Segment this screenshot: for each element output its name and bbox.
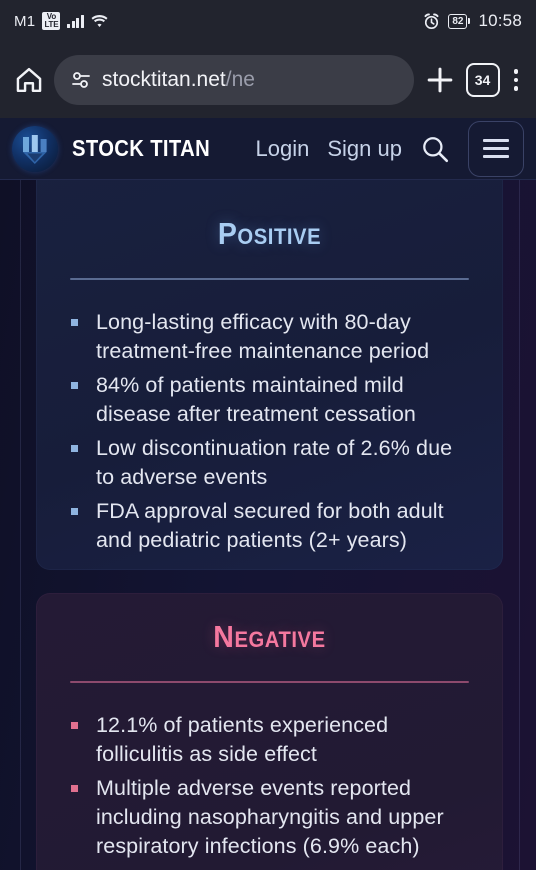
three-dot-menu-icon[interactable]: [510, 65, 523, 95]
hamburger-menu-icon[interactable]: [468, 120, 524, 177]
tab-counter-button[interactable]: 34: [465, 63, 500, 97]
list-item: Long-lasting efficacy with 80-day treatm…: [70, 308, 469, 366]
tune-settings-icon[interactable]: [70, 69, 92, 91]
negative-divider: [70, 681, 469, 683]
brand-name[interactable]: STOCK TITAN: [72, 135, 210, 162]
browser-toolbar: stocktitan.net/ne 34: [0, 42, 536, 118]
positive-divider: [70, 278, 469, 280]
wifi-icon: [91, 14, 108, 28]
url-path: /ne: [225, 68, 255, 91]
battery-tip: [468, 18, 471, 24]
volte-badge: Vo LTE: [42, 12, 61, 30]
list-item: Multiple adverse events reported includi…: [70, 774, 469, 861]
login-link[interactable]: Login: [256, 136, 310, 162]
battery-indicator: 82: [448, 13, 471, 29]
search-icon[interactable]: [420, 134, 450, 164]
stock-titan-logo-icon[interactable]: [12, 125, 58, 172]
home-icon[interactable]: [14, 65, 44, 95]
positive-card: Positive Long-lasting efficacy with 80-d…: [36, 180, 503, 570]
negative-card-title: Negative: [213, 619, 326, 654]
status-bar-right: 82 10:58: [423, 11, 522, 31]
address-bar[interactable]: stocktitan.net/ne: [54, 55, 414, 105]
status-bar-left: M1 Vo LTE: [14, 12, 108, 30]
signal-bars-icon: [67, 14, 84, 28]
alarm-clock-icon: [423, 12, 440, 30]
url-text[interactable]: stocktitan.net/ne: [102, 68, 255, 92]
list-item: 84% of patients maintained mild disease …: [70, 371, 469, 429]
negative-points-list: 12.1% of patients experienced folliculit…: [70, 711, 469, 861]
signup-link[interactable]: Sign up: [327, 136, 402, 162]
phone-screen: M1 Vo LTE 82 10:58 stocktitan.net/ne 34 …: [0, 0, 536, 870]
plus-icon[interactable]: [424, 64, 456, 96]
header-nav: Login Sign up: [256, 134, 450, 164]
list-item: 12.1% of patients experienced folliculit…: [70, 711, 469, 769]
negative-card: Negative 12.1% of patients experienced f…: [36, 593, 503, 870]
volte-bottom-text: LTE: [44, 20, 59, 29]
android-status-bar: M1 Vo LTE 82 10:58: [0, 0, 536, 42]
status-bar-clock: 10:58: [478, 11, 522, 30]
carrier-label: M1: [14, 12, 36, 30]
battery-percent-label: 82: [448, 13, 468, 29]
site-header: STOCK TITAN Login Sign up: [0, 118, 536, 180]
page-content: Positive Long-lasting efficacy with 80-d…: [0, 180, 536, 870]
positive-points-list: Long-lasting efficacy with 80-day treatm…: [70, 308, 469, 555]
list-item: FDA approval secured for both adult and …: [70, 497, 469, 555]
url-domain: stocktitan.net: [102, 68, 226, 91]
list-item: Low discontinuation rate of 2.6% due to …: [70, 434, 469, 492]
positive-card-title: Positive: [217, 216, 322, 251]
